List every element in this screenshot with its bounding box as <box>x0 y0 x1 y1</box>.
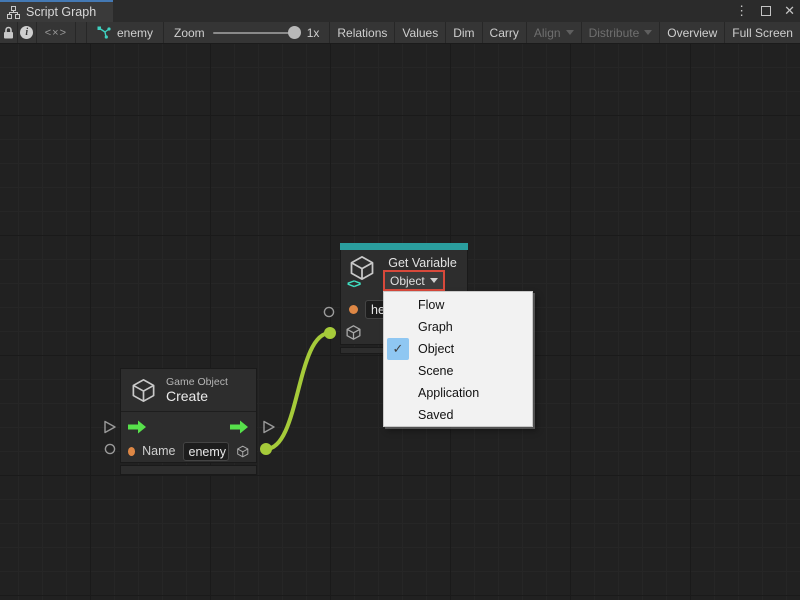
create-flow-in-port[interactable] <box>102 419 118 435</box>
distribute-button: Distribute <box>581 22 660 43</box>
game-object-cube-icon <box>130 377 157 404</box>
info-button[interactable]: i <box>18 22 37 43</box>
menu-item-application[interactable]: Application <box>384 382 532 404</box>
values-button[interactable]: Values <box>394 22 445 43</box>
dim-button[interactable]: Dim <box>445 22 481 43</box>
lock-icon <box>3 26 14 39</box>
create-node-footer <box>120 465 257 475</box>
flow-port-row <box>121 414 256 439</box>
object-port-cube-icon[interactable] <box>345 324 362 341</box>
string-port-icon[interactable] <box>128 447 135 456</box>
carry-button[interactable]: Carry <box>482 22 526 43</box>
chevron-down-icon <box>566 30 574 35</box>
tab-script-graph[interactable]: Script Graph <box>0 0 113 22</box>
align-button: Align <box>526 22 581 43</box>
node-accent-bar <box>340 243 468 250</box>
script-graph-window: Script Graph ⋮ ✕ i <×> <box>0 0 800 600</box>
toolbar-gap <box>76 22 87 43</box>
create-flow-out-port[interactable] <box>261 419 277 435</box>
menu-item-saved[interactable]: Saved <box>384 404 532 426</box>
create-game-object-node[interactable]: Game Object Create Name enemy <box>120 368 257 463</box>
graph-pointer-icon <box>97 26 111 39</box>
menu-item-graph[interactable]: Graph <box>384 316 532 338</box>
fullscreen-button[interactable]: Full Screen <box>724 22 800 43</box>
string-port-icon[interactable] <box>349 305 358 314</box>
maximize-icon[interactable] <box>761 6 771 16</box>
zoom-value: 1x <box>307 26 320 40</box>
graph-toolbar: i <×> enemy Zoom 1x Relations Values Dim… <box>0 22 800 44</box>
menu-item-flow[interactable]: Flow <box>384 294 532 316</box>
name-value-input[interactable]: enemy <box>183 442 229 461</box>
lock-button[interactable] <box>0 22 18 43</box>
tab-title: Script Graph <box>26 5 96 19</box>
node-category: Game Object <box>166 376 228 388</box>
game-object-cube-icon: <> <box>348 254 378 288</box>
menu-item-object[interactable]: ✓ Object <box>384 338 532 360</box>
zoom-slider[interactable] <box>213 32 299 34</box>
relations-button[interactable]: Relations <box>329 22 394 43</box>
zoom-label: Zoom <box>174 26 205 40</box>
code-icon: <×> <box>45 27 67 39</box>
create-output-port-connected[interactable] <box>260 443 272 455</box>
node-title: Create <box>166 388 228 404</box>
selected-check-icon: ✓ <box>387 338 409 360</box>
create-node-header: Game Object Create <box>121 369 256 412</box>
flow-out-arrow-icon[interactable] <box>230 420 249 434</box>
window-controls: ⋮ ✕ <box>735 0 795 22</box>
window-menu-icon[interactable]: ⋮ <box>735 0 748 22</box>
breadcrumb-label: enemy <box>117 26 153 40</box>
code-angles-icon: <> <box>347 276 360 291</box>
title-bar: Script Graph ⋮ ✕ <box>0 0 800 22</box>
variable-scope-menu: Flow Graph ✓ Object Scene Application Sa… <box>383 291 533 427</box>
chevron-down-icon <box>644 30 652 35</box>
create-value-in-port[interactable] <box>104 443 116 455</box>
zoom-slider-handle[interactable] <box>288 26 301 39</box>
zoom-control: Zoom 1x <box>164 22 329 43</box>
param-label: Name <box>142 444 175 458</box>
overview-button[interactable]: Overview <box>659 22 724 43</box>
name-param-row: Name enemy <box>121 439 256 463</box>
get-variable-name-port[interactable] <box>323 306 335 318</box>
output-cube-icon[interactable] <box>236 443 250 460</box>
info-icon: i <box>20 26 33 39</box>
flow-in-arrow-icon[interactable] <box>128 420 147 434</box>
graph-breadcrumb[interactable]: enemy <box>87 22 164 43</box>
close-icon[interactable]: ✕ <box>784 0 795 22</box>
chevron-down-icon <box>430 278 438 283</box>
graph-tab-icon <box>7 6 20 19</box>
get-variable-object-port-connected[interactable] <box>324 327 336 339</box>
variable-scope-dropdown[interactable]: Object <box>383 270 445 291</box>
menu-item-scene[interactable]: Scene <box>384 360 532 382</box>
clear-graph-button[interactable]: <×> <box>37 22 77 43</box>
